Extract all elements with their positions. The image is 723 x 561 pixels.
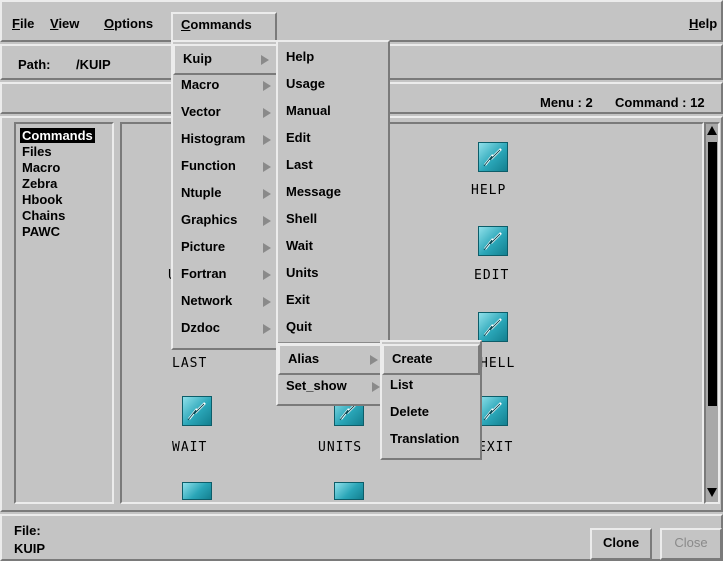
menu-item-delete[interactable]: Delete — [382, 399, 480, 426]
menu-item-usage[interactable]: Usage — [278, 71, 388, 98]
submenu-arrow-icon — [263, 216, 271, 226]
submenu-arrow-icon — [263, 162, 271, 172]
menu-help[interactable]: Help — [689, 16, 717, 31]
submenu-arrow-icon — [370, 355, 378, 365]
units-command-label: UNITS — [318, 440, 363, 455]
edit-command-label: EDIT — [474, 268, 510, 283]
menu-item-histogram[interactable]: Histogram — [173, 126, 279, 153]
menu-item-macro[interactable]: Macro — [173, 72, 279, 99]
menu-item-quit[interactable]: Quit — [278, 314, 388, 341]
tree-item-files[interactable]: Files — [22, 144, 52, 160]
menu-item-kuip[interactable]: Kuip — [173, 44, 279, 75]
menu-item-units[interactable]: Units — [278, 260, 388, 287]
submenu-arrow-icon — [263, 108, 271, 118]
menu-item-network[interactable]: Network — [173, 288, 279, 315]
shell-command-icon[interactable] — [478, 312, 508, 342]
path-value: /KUIP — [76, 57, 111, 72]
menu-item-vector[interactable]: Vector — [173, 99, 279, 126]
footer-file-value: KUIP — [14, 541, 46, 556]
menu-item-shell[interactable]: Shell — [278, 206, 388, 233]
exit-command-label: EXIT — [478, 440, 514, 455]
menu-commands-label: Commands — [181, 17, 252, 32]
wait-command-label: WAIT — [172, 440, 208, 455]
menu-item-fortran[interactable]: Fortran — [173, 261, 279, 288]
clone-button[interactable]: Clone — [590, 528, 652, 560]
menu-item-alias[interactable]: Alias — [278, 344, 388, 375]
edit-command-icon[interactable] — [478, 226, 508, 256]
tree-item-hbook[interactable]: Hbook — [22, 192, 62, 208]
menu-item-dzdoc[interactable]: Dzdoc — [173, 315, 279, 342]
tree-item-zebra[interactable]: Zebra — [22, 176, 57, 192]
help-command-icon[interactable] — [478, 142, 508, 172]
commands-menu: Kuip Macro Vector Histogram Function Ntu… — [171, 40, 281, 350]
menu-item-wait[interactable]: Wait — [278, 233, 388, 260]
submenu-arrow-icon — [263, 270, 271, 280]
menu-item-graphics[interactable]: Graphics — [173, 207, 279, 234]
menu-item-ntuple[interactable]: Ntuple — [173, 180, 279, 207]
alias-menu: Create List Delete Translation — [380, 340, 482, 460]
menu-item-picture[interactable]: Picture — [173, 234, 279, 261]
submenu-arrow-icon — [263, 243, 271, 253]
kuip-menu: Help Usage Manual Edit Last Message Shel… — [276, 40, 390, 406]
menu-item-help[interactable]: Help — [278, 44, 388, 71]
menu-item-manual[interactable]: Manual — [278, 98, 388, 125]
status-command: Command : 12 — [615, 95, 705, 110]
wait-command-icon[interactable] — [182, 396, 212, 426]
submenu-arrow-icon — [261, 55, 269, 65]
menu-item-list[interactable]: List — [382, 372, 480, 399]
menu-options[interactable]: Options — [104, 16, 153, 31]
menu-file[interactable]: File — [12, 16, 34, 31]
tree-item-chains[interactable]: Chains — [22, 208, 65, 224]
footer-file-label: File: — [14, 523, 41, 538]
exit-command-icon[interactable] — [478, 396, 508, 426]
command-icon-partial-2[interactable] — [334, 482, 364, 500]
submenu-arrow-icon — [372, 382, 380, 392]
submenu-arrow-icon — [263, 135, 271, 145]
menu-item-message[interactable]: Message — [278, 179, 388, 206]
help-command-label: HELP — [471, 183, 507, 198]
menu-item-translation[interactable]: Translation — [382, 426, 480, 453]
command-icon-partial-1[interactable] — [182, 482, 212, 500]
menu-item-create[interactable]: Create — [382, 344, 480, 375]
submenu-arrow-icon — [263, 324, 271, 334]
last-command-label: LAST — [172, 356, 208, 371]
submenu-arrow-icon — [263, 189, 271, 199]
menu-commands[interactable]: Commands — [171, 12, 277, 42]
status-menu: Menu : 2 — [540, 95, 593, 110]
tree-item-pawc[interactable]: PAWC — [22, 224, 60, 240]
tree-item-macro[interactable]: Macro — [22, 160, 60, 176]
submenu-arrow-icon — [263, 297, 271, 307]
menu-item-function[interactable]: Function — [173, 153, 279, 180]
scroll-up-arrow[interactable] — [707, 126, 717, 135]
menu-item-set-show[interactable]: Set_show — [278, 373, 388, 400]
path-label: Path: — [18, 57, 51, 72]
scroll-down-arrow[interactable] — [707, 488, 717, 497]
tree-item-commands[interactable]: Commands — [20, 128, 95, 144]
scroll-thumb[interactable] — [708, 142, 717, 406]
close-button[interactable]: Close — [660, 528, 722, 560]
menu-item-edit[interactable]: Edit — [278, 125, 388, 152]
submenu-arrow-icon — [263, 81, 271, 91]
menu-item-exit[interactable]: Exit — [278, 287, 388, 314]
shell-command-label: HELL — [480, 356, 516, 371]
menu-view[interactable]: View — [50, 16, 79, 31]
menu-item-last[interactable]: Last — [278, 152, 388, 179]
